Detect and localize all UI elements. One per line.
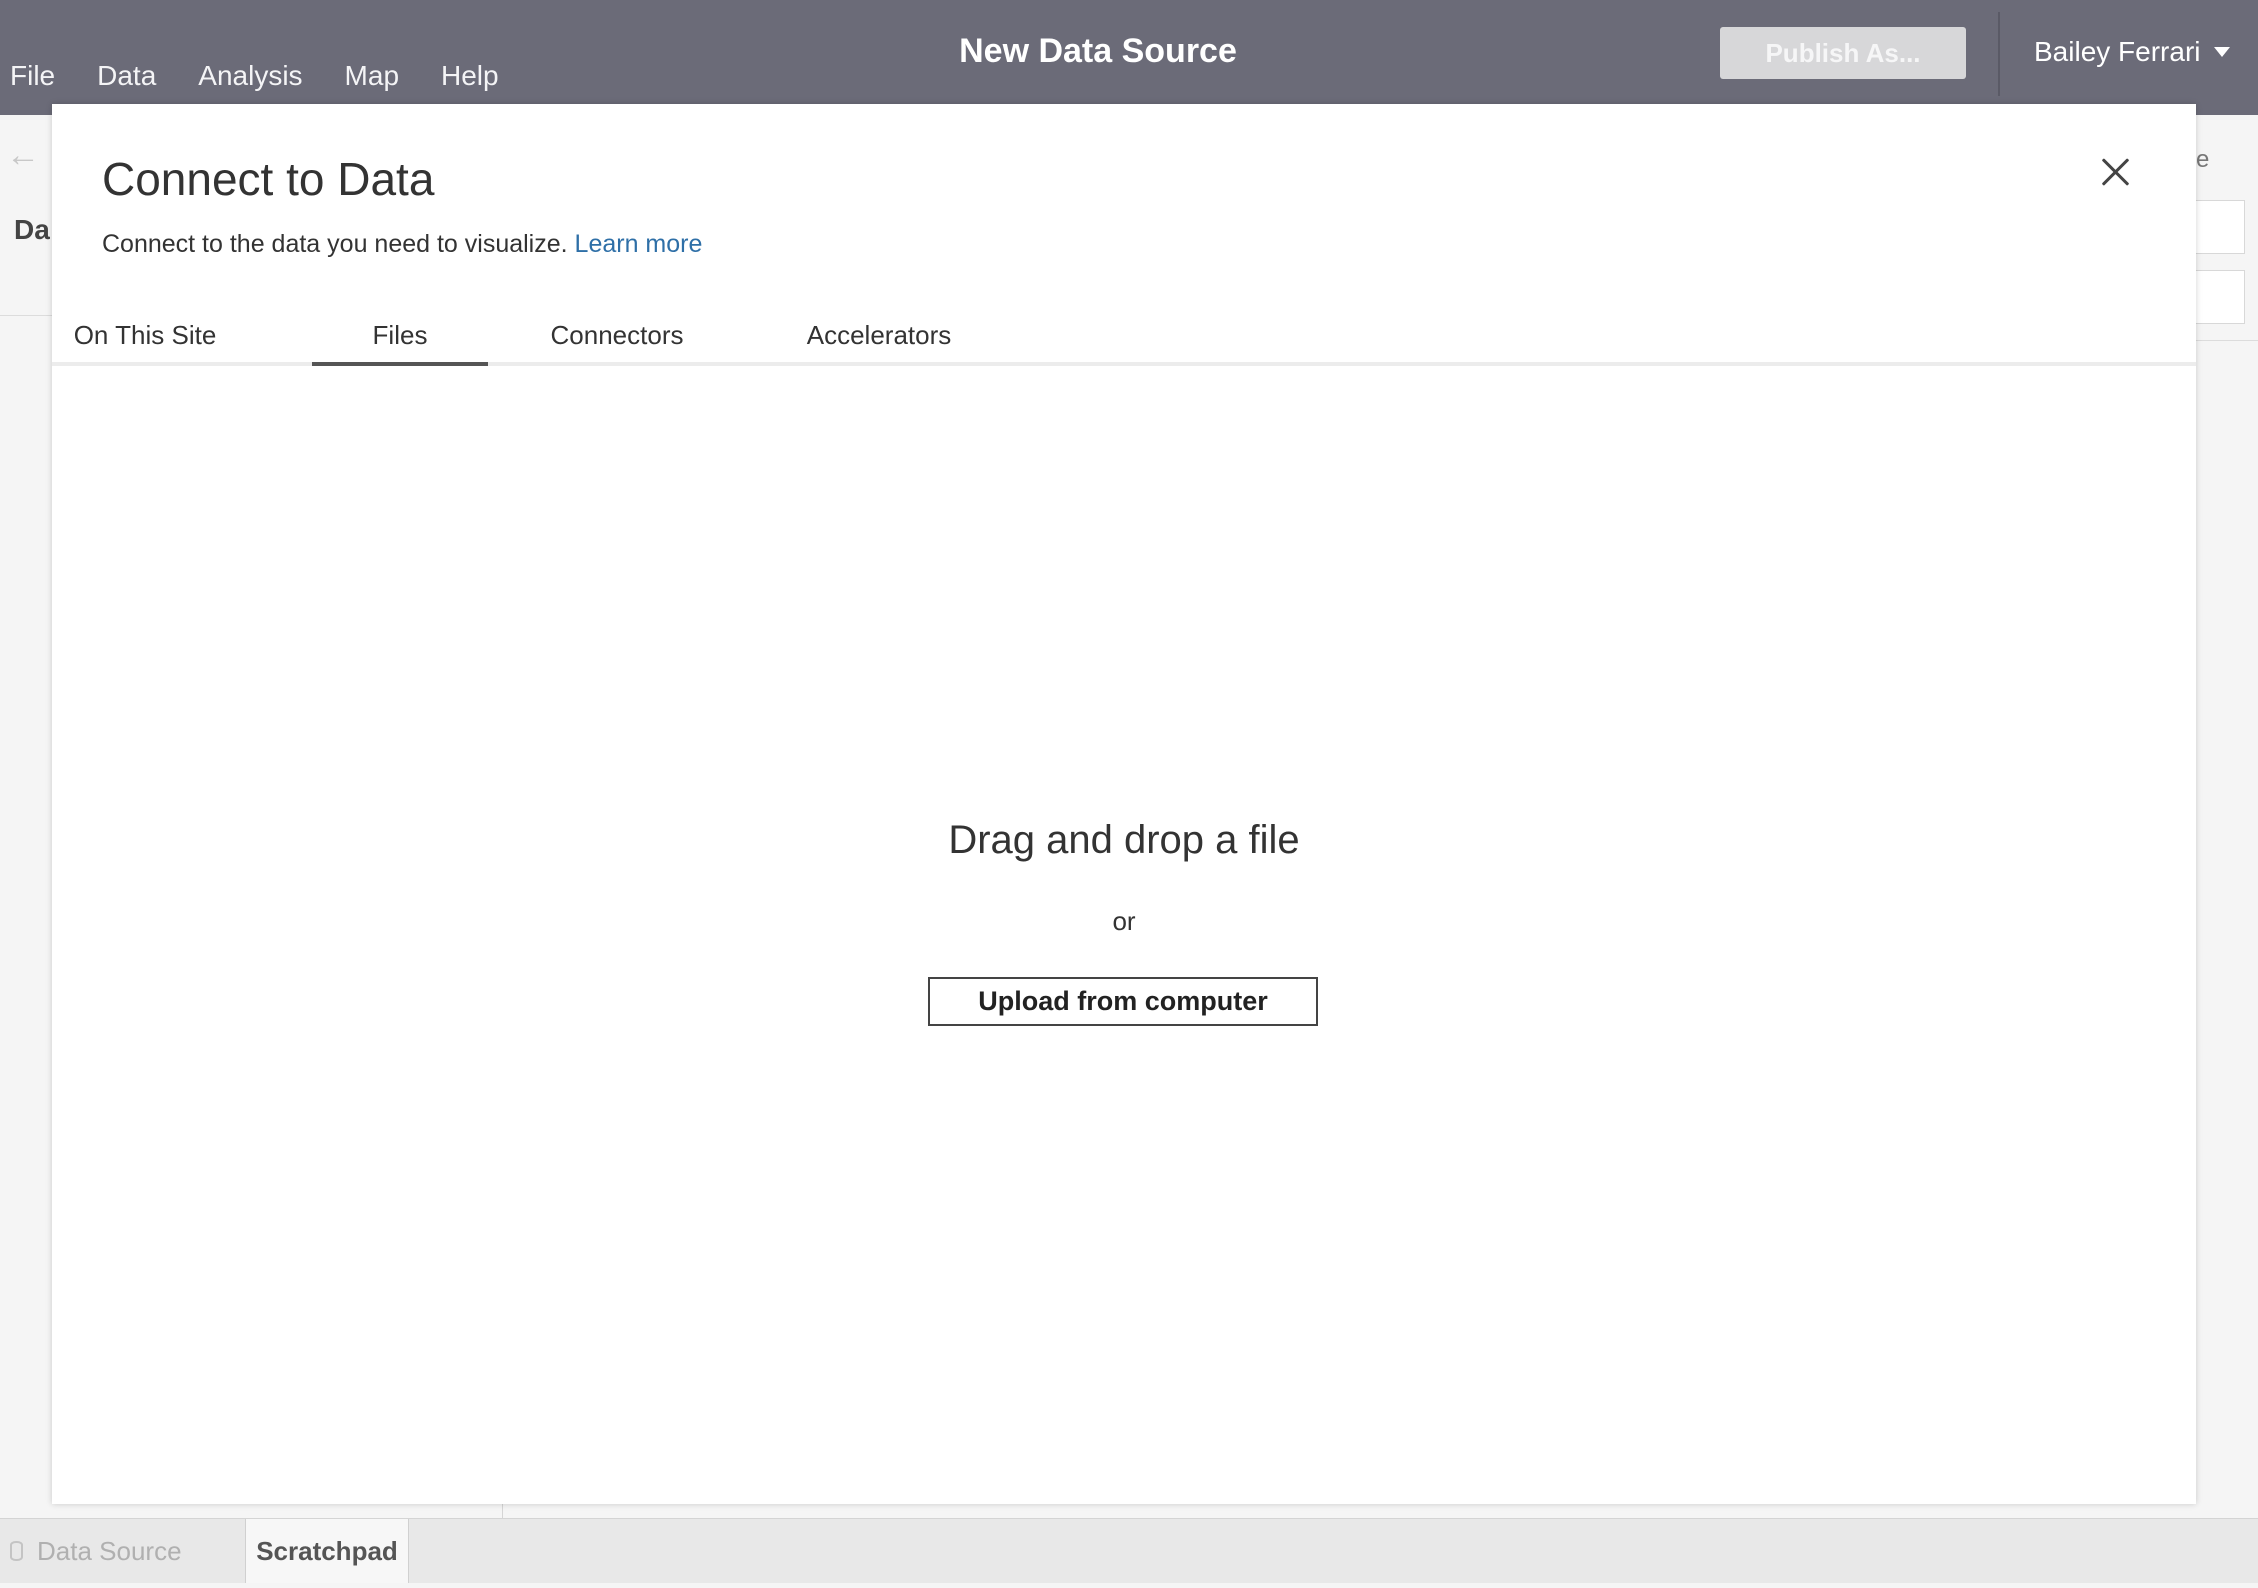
sheet-tab-bar: Data Source Scratchpad <box>0 1518 2258 1583</box>
tab-connectors[interactable]: Connectors <box>542 312 692 362</box>
dialog-tabs: On This Site Files Connectors Accelerato… <box>52 312 2196 366</box>
tab-scratchpad[interactable]: Scratchpad <box>245 1519 409 1583</box>
user-menu[interactable]: Bailey Ferrari <box>2034 36 2231 68</box>
back-arrow-icon[interactable]: ← <box>6 136 40 175</box>
dialog-subtitle: Connect to the data you need to visualiz… <box>102 230 702 259</box>
dialog-title: Connect to Data <box>102 153 435 205</box>
tab-label: Data Source <box>37 1535 182 1566</box>
divider <box>0 315 52 316</box>
caret-down-icon <box>2214 47 2231 57</box>
close-icon[interactable] <box>2098 154 2134 190</box>
database-icon <box>10 1541 23 1561</box>
upload-from-computer-button[interactable]: Upload from computer <box>928 977 1318 1026</box>
subtitle-text: Connect to the data you need to visualiz… <box>102 230 568 258</box>
divider <box>1998 12 2000 96</box>
drop-zone-title: Drag and drop a file <box>948 818 1300 862</box>
user-name: Bailey Ferrari <box>2034 36 2201 67</box>
background-field <box>2196 200 2245 254</box>
background-right-label: e <box>2196 146 2210 173</box>
learn-more-link[interactable]: Learn more <box>575 230 703 258</box>
background-field <box>2196 270 2245 324</box>
panel-splitter <box>502 1503 503 1519</box>
tab-accelerators[interactable]: Accelerators <box>792 312 966 362</box>
or-separator: or <box>1112 906 1136 936</box>
publish-as-button[interactable]: Publish As... <box>1720 27 1966 79</box>
tab-files[interactable]: Files <box>312 312 488 366</box>
tab-data-source[interactable]: Data Source <box>10 1519 240 1583</box>
tab-on-this-site[interactable]: On This Site <box>70 312 220 362</box>
background-panel-label: Da <box>14 214 50 245</box>
connect-to-data-dialog: Connect to Data Connect to the data you … <box>52 104 2196 1504</box>
divider <box>2196 340 2258 341</box>
top-bar: File Data Analysis Map Help New Data Sou… <box>0 0 2258 115</box>
tab-label: Scratchpad <box>256 1535 398 1566</box>
